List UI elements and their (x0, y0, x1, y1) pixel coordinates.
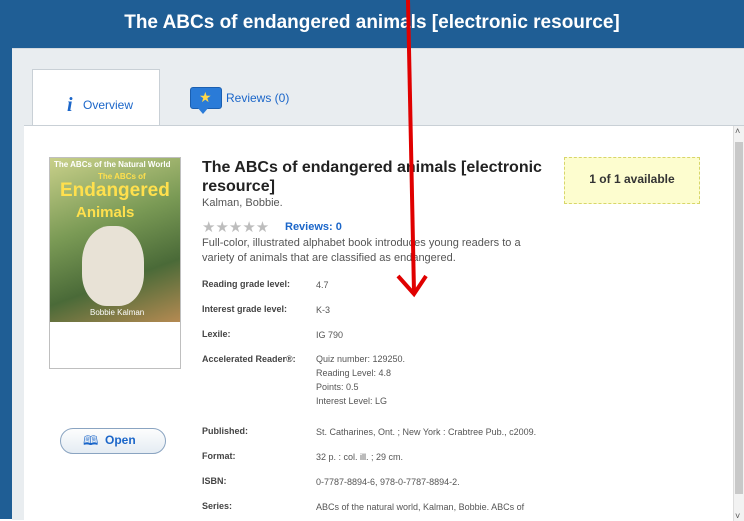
cover-title-line2: Animals (76, 204, 135, 221)
rating-stars[interactable]: ★★★★★ (202, 218, 269, 236)
interest-grade-value: K-3 (316, 305, 331, 315)
cover-image: The ABCs of the Natural World The ABCs o… (50, 158, 180, 322)
tab-overview[interactable]: i Overview (32, 69, 160, 128)
ar-interest-level: Interest Level: LG (316, 396, 388, 406)
series-label: Series: (202, 501, 233, 511)
scroll-up-icon[interactable]: ˄ (735, 126, 740, 136)
isbn-value: 0-7787-8894-6, 978-0-7787-8894-2. (316, 477, 460, 487)
tab-overview-label: Overview (83, 98, 134, 112)
format-label: Format: (202, 451, 236, 461)
overview-content: ˄ ˅ The ABCs of the Natural World The AB… (24, 125, 744, 521)
ar-reading-level: Reading Level: 4.8 (316, 368, 392, 378)
cover-series-text: The ABCs of the Natural World (54, 160, 171, 169)
review-bubble-icon: ★ (190, 87, 222, 114)
scrollbar-thumb[interactable] (735, 142, 743, 494)
book-summary: Full-color, illustrated alphabet book in… (202, 237, 521, 264)
published-value: St. Catharines, Ont. ; New York : Crabtr… (316, 427, 537, 437)
availability-text: 1 of 1 available (589, 172, 675, 186)
reading-grade-value: 4.7 (316, 280, 329, 290)
availability-box: 1 of 1 available (564, 157, 700, 204)
ar-label: Accelerated Reader®: (202, 354, 296, 364)
title-bar: The ABCs of endangered animals [electron… (0, 0, 744, 48)
book-cover: The ABCs of the Natural World The ABCs o… (49, 157, 181, 369)
cover-author: Bobbie Kalman (90, 308, 145, 317)
reading-grade-label: Reading grade level: (202, 279, 291, 289)
open-button[interactable]: 🕮 Open (60, 428, 166, 454)
book-author[interactable]: Kalman, Bobbie. (202, 197, 283, 209)
cover-title-line1: Endangered (60, 180, 170, 201)
format-value: 32 p. : col. ill. ; 29 cm. (316, 452, 404, 462)
ar-points: Points: 0.5 (316, 382, 359, 392)
scrollbar[interactable]: ˄ ˅ (733, 126, 744, 521)
isbn-label: ISBN: (202, 476, 227, 486)
tab-reviews-label: Reviews (0) (226, 91, 290, 105)
series-value[interactable]: ABCs of the natural world, Kalman, Bobbi… (316, 500, 524, 514)
lexile-value: IG 790 (316, 330, 344, 340)
book-icon: 🕮 (83, 433, 99, 448)
reviews-link[interactable]: Reviews: 0 (285, 221, 342, 233)
book-title: The ABCs of endangered animals [electron… (202, 159, 542, 195)
published-label: Published: (202, 426, 249, 436)
scroll-down-icon[interactable]: ˅ (735, 511, 740, 521)
interest-grade-label: Interest grade level: (202, 304, 288, 314)
info-icon: i (67, 94, 73, 116)
lemur-illustration (82, 226, 144, 306)
window-title: The ABCs of endangered animals [electron… (124, 12, 620, 33)
ar-quiz: Quiz number: 129250. (316, 354, 406, 364)
open-button-label: Open (105, 433, 136, 447)
lexile-label: Lexile: (202, 329, 231, 339)
frame: i Overview ★ Reviews (0) ˄ ˅ The ABCs of… (0, 48, 744, 521)
panel: i Overview ★ Reviews (0) ˄ ˅ The ABCs of… (12, 48, 744, 521)
